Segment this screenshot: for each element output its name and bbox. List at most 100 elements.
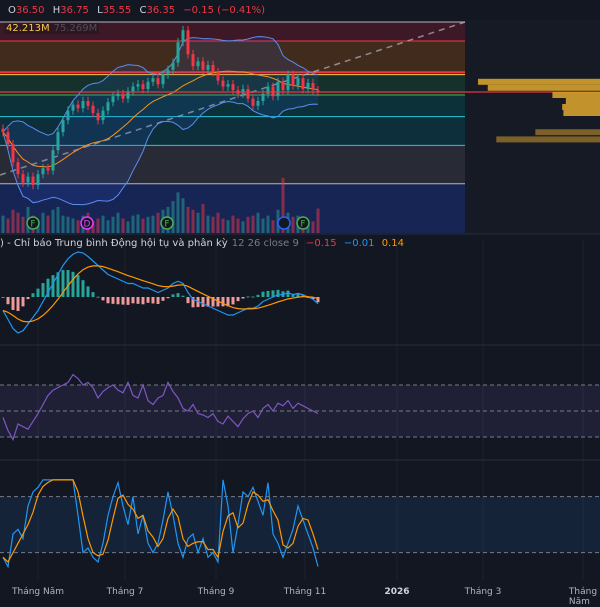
candle	[21, 174, 25, 183]
x-tick: Tháng Năm	[568, 587, 598, 607]
change-value: −0.15 (−0.41%)	[183, 5, 266, 16]
volume-bar	[216, 212, 220, 233]
macd-histogram-bar	[166, 297, 170, 299]
candle	[116, 93, 120, 97]
candle	[141, 84, 145, 89]
macd-params: 12 26 close 9	[231, 238, 299, 249]
volume-bar	[126, 221, 130, 233]
candle	[206, 65, 210, 70]
volume-bar	[176, 192, 180, 233]
candle	[16, 162, 20, 175]
macd-histogram-bar	[246, 296, 250, 298]
volume-bar	[261, 218, 265, 233]
macd-title: ) - Chỉ báo Trung bình Động hội tụ và ph…	[0, 238, 228, 249]
volume-bar	[146, 216, 150, 233]
candle	[281, 81, 285, 91]
volume-ma-value: 75.269M	[53, 23, 98, 34]
macd-histogram-bar	[16, 297, 20, 311]
volume-bar	[151, 215, 155, 233]
candle	[171, 62, 175, 70]
candle	[86, 101, 90, 106]
volume-bar	[136, 214, 140, 233]
candle	[191, 54, 195, 67]
volume-profile-bar	[535, 129, 600, 136]
macd-histogram-bar	[21, 297, 25, 307]
macd-histogram-bar	[241, 297, 245, 299]
volume-bar	[196, 212, 200, 233]
volume-bar	[266, 215, 270, 233]
macd-histogram-bar	[101, 297, 105, 301]
volume-bar	[206, 215, 210, 233]
volume-bar	[226, 220, 230, 233]
ohlc-legend: O36.50 H36.75 L35.55 C36.35 −0.15 (−0.41…	[8, 5, 266, 16]
volume-bar	[156, 212, 160, 233]
volume-bar	[201, 204, 205, 233]
candle	[106, 102, 110, 111]
candle	[186, 30, 190, 55]
macd-line	[2, 251, 319, 334]
volume-bar	[211, 216, 215, 233]
volume-bar	[191, 209, 195, 233]
candle	[136, 84, 140, 87]
volume-profile-bar	[496, 136, 600, 143]
volume-bar	[116, 212, 120, 233]
macd-histogram-bar	[91, 292, 95, 297]
macd-histogram-bar	[136, 297, 140, 304]
candle	[66, 110, 70, 121]
price-axis-area	[465, 20, 600, 233]
volume-bar	[141, 218, 145, 233]
macd-histogram-bar	[276, 289, 280, 297]
macd-histogram-bar	[266, 290, 270, 297]
candle	[221, 80, 225, 87]
macd-histogram-bar	[256, 294, 260, 297]
macd-histogram-bar	[11, 297, 15, 310]
volume-bar	[171, 201, 175, 233]
macd-histogram-bar	[86, 286, 90, 297]
macd-histogram-bar	[181, 295, 185, 297]
volume-bar	[231, 215, 235, 233]
macd-histogram-bar	[151, 297, 155, 304]
macd-histogram-bar	[1, 297, 5, 298]
event-marker-label: D	[84, 220, 91, 230]
candle	[36, 174, 40, 185]
macd-histogram-bar	[156, 297, 160, 304]
candle	[286, 74, 290, 91]
volume-profile-bar	[552, 92, 600, 98]
volume-bar	[311, 221, 315, 233]
macd-line-value: −0.01	[343, 238, 375, 249]
x-tick: Tháng 9	[197, 587, 235, 597]
volume-bar	[181, 198, 185, 233]
macd-histogram-bar	[96, 296, 100, 298]
macd-histogram-bar	[146, 297, 150, 303]
volume-bar	[16, 212, 20, 233]
macd-histogram-bar	[176, 293, 180, 297]
macd-histogram-bar	[171, 294, 175, 297]
candle	[261, 93, 265, 101]
volume-bar	[41, 212, 45, 233]
macd-legend[interactable]: ) - Chỉ báo Trung bình Động hội tụ và ph…	[0, 238, 404, 249]
volume-bar	[186, 206, 190, 233]
candle	[131, 86, 135, 92]
volume-bar	[236, 218, 240, 233]
volume-bar	[46, 215, 50, 233]
volume-bar	[76, 220, 80, 233]
candle	[276, 81, 280, 97]
x-tick: Tháng 11	[283, 587, 327, 597]
macd-histogram-bar	[161, 297, 165, 301]
macd-histogram-bar	[121, 297, 125, 305]
macd-histogram-bar	[26, 297, 30, 300]
volume-bar	[6, 218, 10, 233]
candle	[311, 83, 315, 91]
candle	[156, 78, 160, 85]
event-marker[interactable]	[277, 216, 291, 230]
x-tick: Tháng 7	[106, 587, 144, 597]
chart-canvas[interactable]: FDFF	[0, 0, 600, 600]
candle	[251, 98, 255, 106]
volume-profile-bar	[562, 104, 600, 110]
macd-signal-value: 0.14	[381, 238, 404, 249]
candle	[71, 104, 75, 111]
candle	[76, 104, 80, 109]
macd-histogram-bar	[131, 297, 135, 304]
macd-histogram-bar	[186, 297, 190, 304]
candle	[256, 101, 260, 106]
